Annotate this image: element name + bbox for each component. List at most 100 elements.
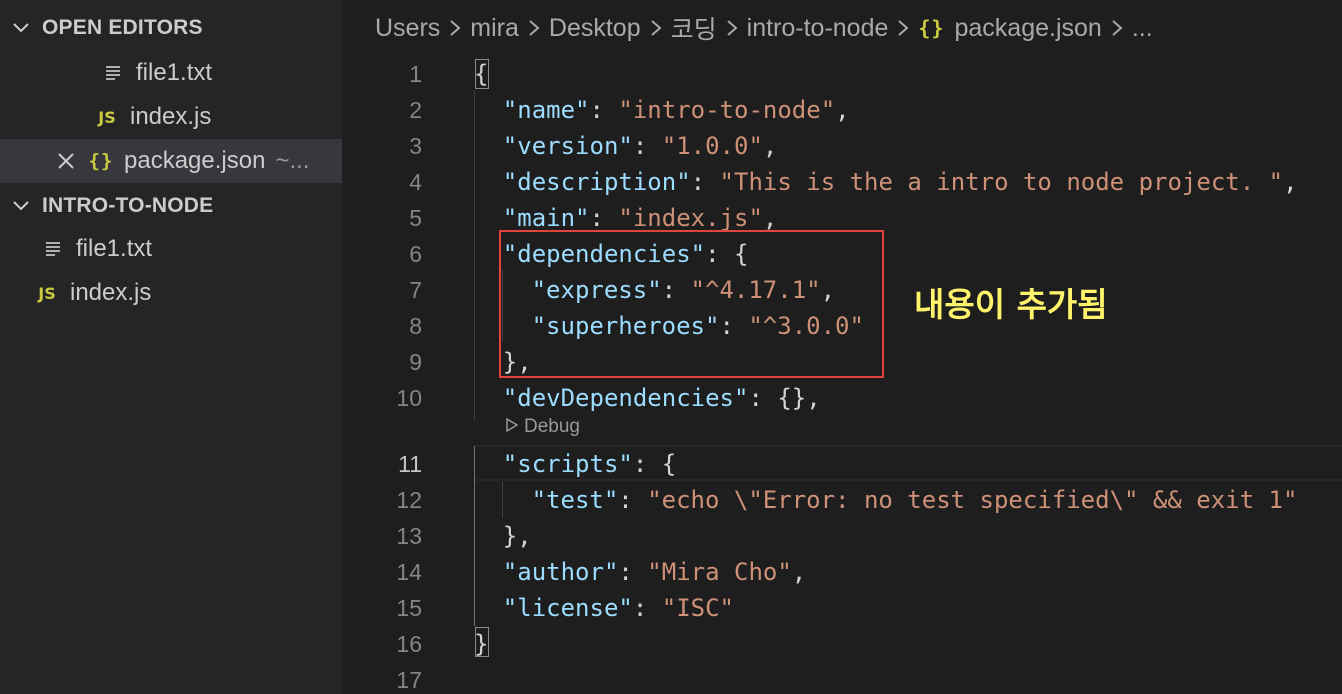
colon: : — [589, 96, 619, 124]
breadcrumb-item[interactable]: Users — [375, 14, 440, 43]
chevron-down-icon — [0, 18, 42, 38]
line-number: 17 — [396, 667, 422, 693]
open-editors-header[interactable]: OPEN EDITORS — [0, 6, 342, 50]
open-editors-title: OPEN EDITORS — [42, 16, 203, 39]
json-key: "test" — [531, 486, 619, 514]
line-number: 3 — [409, 133, 422, 159]
annotation-text: 내용이 추가됨 — [914, 285, 1108, 324]
punct: : { — [632, 450, 677, 478]
line-number: 10 — [396, 385, 422, 411]
json-key: "author" — [502, 558, 619, 586]
code-line: }, — [503, 518, 532, 554]
line-number: 5 — [409, 205, 422, 231]
line-number: 12 — [396, 487, 422, 513]
file-name: file1.txt — [136, 59, 213, 86]
json-key: "version" — [502, 132, 633, 160]
punct: , — [1283, 168, 1298, 196]
file-path-hint: ~... — [275, 147, 310, 174]
code-line: "description": "This is the a intro to n… — [503, 164, 1298, 200]
json-icon: {} — [918, 16, 945, 40]
chevron-right-icon — [449, 18, 461, 38]
code-line: { — [474, 56, 488, 92]
code-line: "name": "intro-to-node", — [503, 92, 850, 128]
line-number: 6 — [409, 241, 422, 267]
code-line: "version": "1.0.0", — [503, 128, 778, 164]
json-key: "description" — [502, 168, 691, 196]
json-string-value: "echo \"Error: no test specified\" && ex… — [647, 486, 1298, 514]
json-key: "devDependencies" — [502, 384, 749, 412]
breadcrumb-item[interactable]: mira — [470, 14, 519, 43]
project-folder-header[interactable]: INTRO-TO-NODE — [0, 184, 342, 228]
explorer-sidebar: OPEN EDITORS file1.txt JS index.js {} pa… — [0, 0, 342, 694]
json-key: "scripts" — [502, 450, 633, 478]
chevron-down-icon — [0, 196, 42, 216]
breadcrumb: Users mira Desktop 코딩 intro-to-node {} p… — [342, 0, 1342, 56]
code-line: "scripts": { — [503, 446, 676, 482]
breadcrumb-item[interactable]: intro-to-node — [747, 14, 889, 43]
line-number: 14 — [396, 559, 422, 585]
code-line: "test": "echo \"Error: no test specified… — [532, 482, 1298, 518]
close-icon[interactable] — [52, 151, 80, 171]
chevron-right-icon — [650, 18, 662, 38]
json-string-value: "index.js" — [618, 204, 763, 232]
open-editor-item-file1[interactable]: file1.txt — [0, 51, 342, 95]
file-text-icon — [100, 64, 126, 82]
punct: : {}, — [748, 384, 821, 412]
breadcrumb-item[interactable]: Desktop — [549, 14, 641, 43]
js-icon: JS — [38, 283, 56, 303]
code-line: "devDependencies": {}, — [503, 380, 821, 416]
code-line: } — [474, 626, 488, 662]
json-key: "license" — [502, 594, 633, 622]
file-name: index.js — [130, 103, 212, 130]
line-number: 11 — [398, 451, 422, 477]
chevron-right-icon — [1111, 18, 1123, 38]
file-name: package.json — [124, 147, 266, 174]
chevron-right-icon — [528, 18, 540, 38]
project-item-index-js[interactable]: JS index.js — [0, 271, 342, 315]
line-number: 15 — [396, 595, 422, 621]
file-name: file1.txt — [76, 235, 153, 262]
indent-guide — [502, 482, 503, 518]
open-editor-item-package-json[interactable]: {} package.json ~... — [0, 139, 342, 183]
line-number: 2 — [409, 97, 422, 123]
colon: : — [618, 486, 648, 514]
project-folder-title: INTRO-TO-NODE — [42, 194, 214, 217]
json-string-value: "1.0.0" — [661, 132, 763, 160]
json-icon: {} — [88, 150, 114, 172]
breadcrumb-item[interactable]: 코딩 — [671, 10, 717, 46]
punct: , — [791, 558, 807, 586]
line-number: 16 — [396, 631, 422, 657]
colon: : — [632, 132, 662, 160]
indent-guide — [474, 90, 475, 420]
colon: : — [589, 204, 619, 232]
json-key: "name" — [502, 96, 590, 124]
line-number: 1 — [409, 61, 422, 87]
file-text-icon — [40, 240, 66, 258]
json-string-value: "intro-to-node" — [618, 96, 836, 124]
breadcrumb-item[interactable]: ... — [1132, 14, 1153, 43]
brace: { — [474, 60, 489, 88]
js-icon: JS — [98, 107, 116, 127]
open-editor-item-index-js[interactable]: JS index.js — [0, 95, 342, 139]
project-item-file1[interactable]: file1.txt — [0, 227, 342, 271]
file-name: index.js — [70, 279, 152, 306]
json-string-value: "ISC" — [661, 594, 734, 622]
colon: : — [690, 168, 720, 196]
code-line: "license": "ISC" — [503, 590, 734, 626]
indent-guide-active — [474, 446, 475, 626]
code-line: "author": "Mira Cho", — [503, 554, 806, 590]
colon: : — [632, 594, 662, 622]
line-number: 13 — [396, 523, 422, 549]
breadcrumb-item[interactable]: package.json — [954, 14, 1101, 43]
line-number: 7 — [409, 277, 422, 303]
punct: , — [835, 96, 850, 124]
debug-label: Debug — [524, 416, 580, 438]
line-number: 9 — [409, 349, 422, 375]
brace: } — [474, 630, 489, 658]
json-string-value: "Mira Cho" — [647, 558, 792, 586]
chevron-right-icon — [726, 18, 738, 38]
punct: , — [762, 204, 778, 232]
colon: : — [618, 558, 648, 586]
line-number: 8 — [409, 313, 422, 339]
highlight-box-dependencies — [499, 230, 884, 378]
